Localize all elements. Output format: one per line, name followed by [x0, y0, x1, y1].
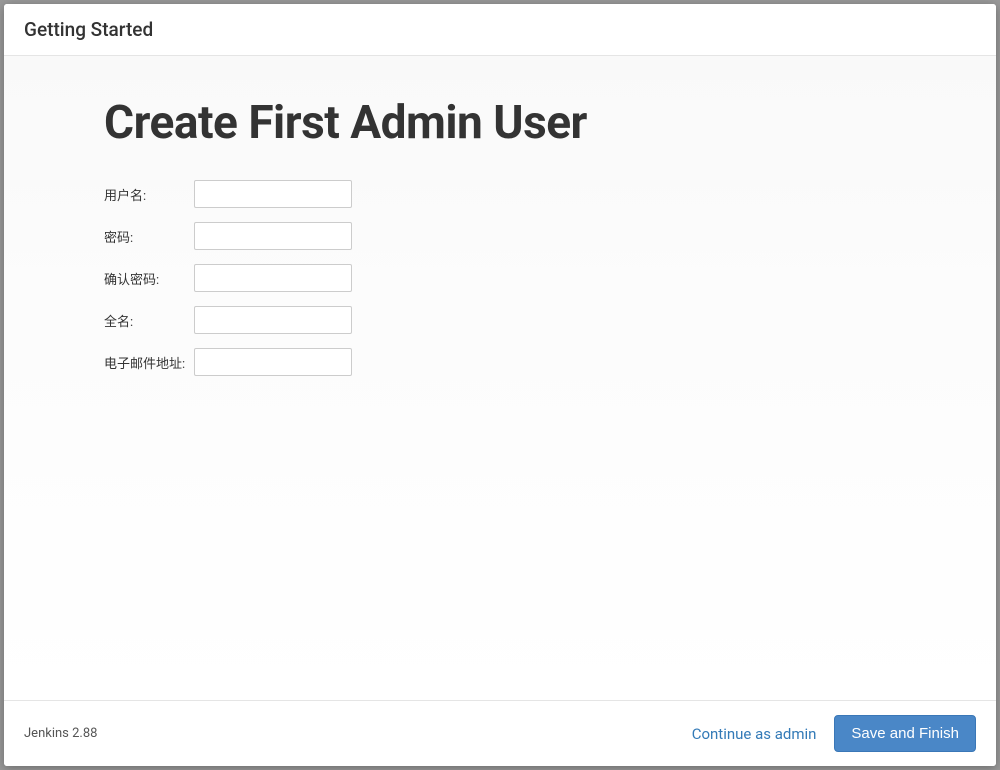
modal-header: Getting Started — [4, 4, 996, 56]
save-and-finish-button[interactable]: Save and Finish — [834, 715, 976, 752]
modal-body: Create First Admin User 用户名: 密码: 确认密码: 全… — [4, 56, 996, 700]
form-row-fullname: 全名: — [104, 306, 896, 334]
continue-as-admin-link[interactable]: Continue as admin — [692, 725, 817, 743]
form-row-password: 密码: — [104, 222, 896, 250]
modal-header-title: Getting Started — [24, 18, 976, 41]
email-input[interactable] — [194, 348, 352, 376]
form-row-username: 用户名: — [104, 180, 896, 208]
page-title: Create First Admin User — [104, 96, 896, 150]
confirm-password-label: 确认密码: — [104, 269, 194, 288]
confirm-password-input[interactable] — [194, 264, 352, 292]
form-row-confirm-password: 确认密码: — [104, 264, 896, 292]
email-label: 电子邮件地址: — [104, 353, 194, 372]
version-label: Jenkins 2.88 — [24, 726, 97, 741]
username-label: 用户名: — [104, 185, 194, 204]
setup-wizard-modal: Getting Started Create First Admin User … — [4, 4, 996, 766]
username-input[interactable] — [194, 180, 352, 208]
footer-actions: Continue as admin Save and Finish — [692, 715, 976, 752]
password-label: 密码: — [104, 227, 194, 246]
modal-footer: Jenkins 2.88 Continue as admin Save and … — [4, 700, 996, 766]
form-row-email: 电子邮件地址: — [104, 348, 896, 376]
fullname-label: 全名: — [104, 311, 194, 330]
fullname-input[interactable] — [194, 306, 352, 334]
password-input[interactable] — [194, 222, 352, 250]
